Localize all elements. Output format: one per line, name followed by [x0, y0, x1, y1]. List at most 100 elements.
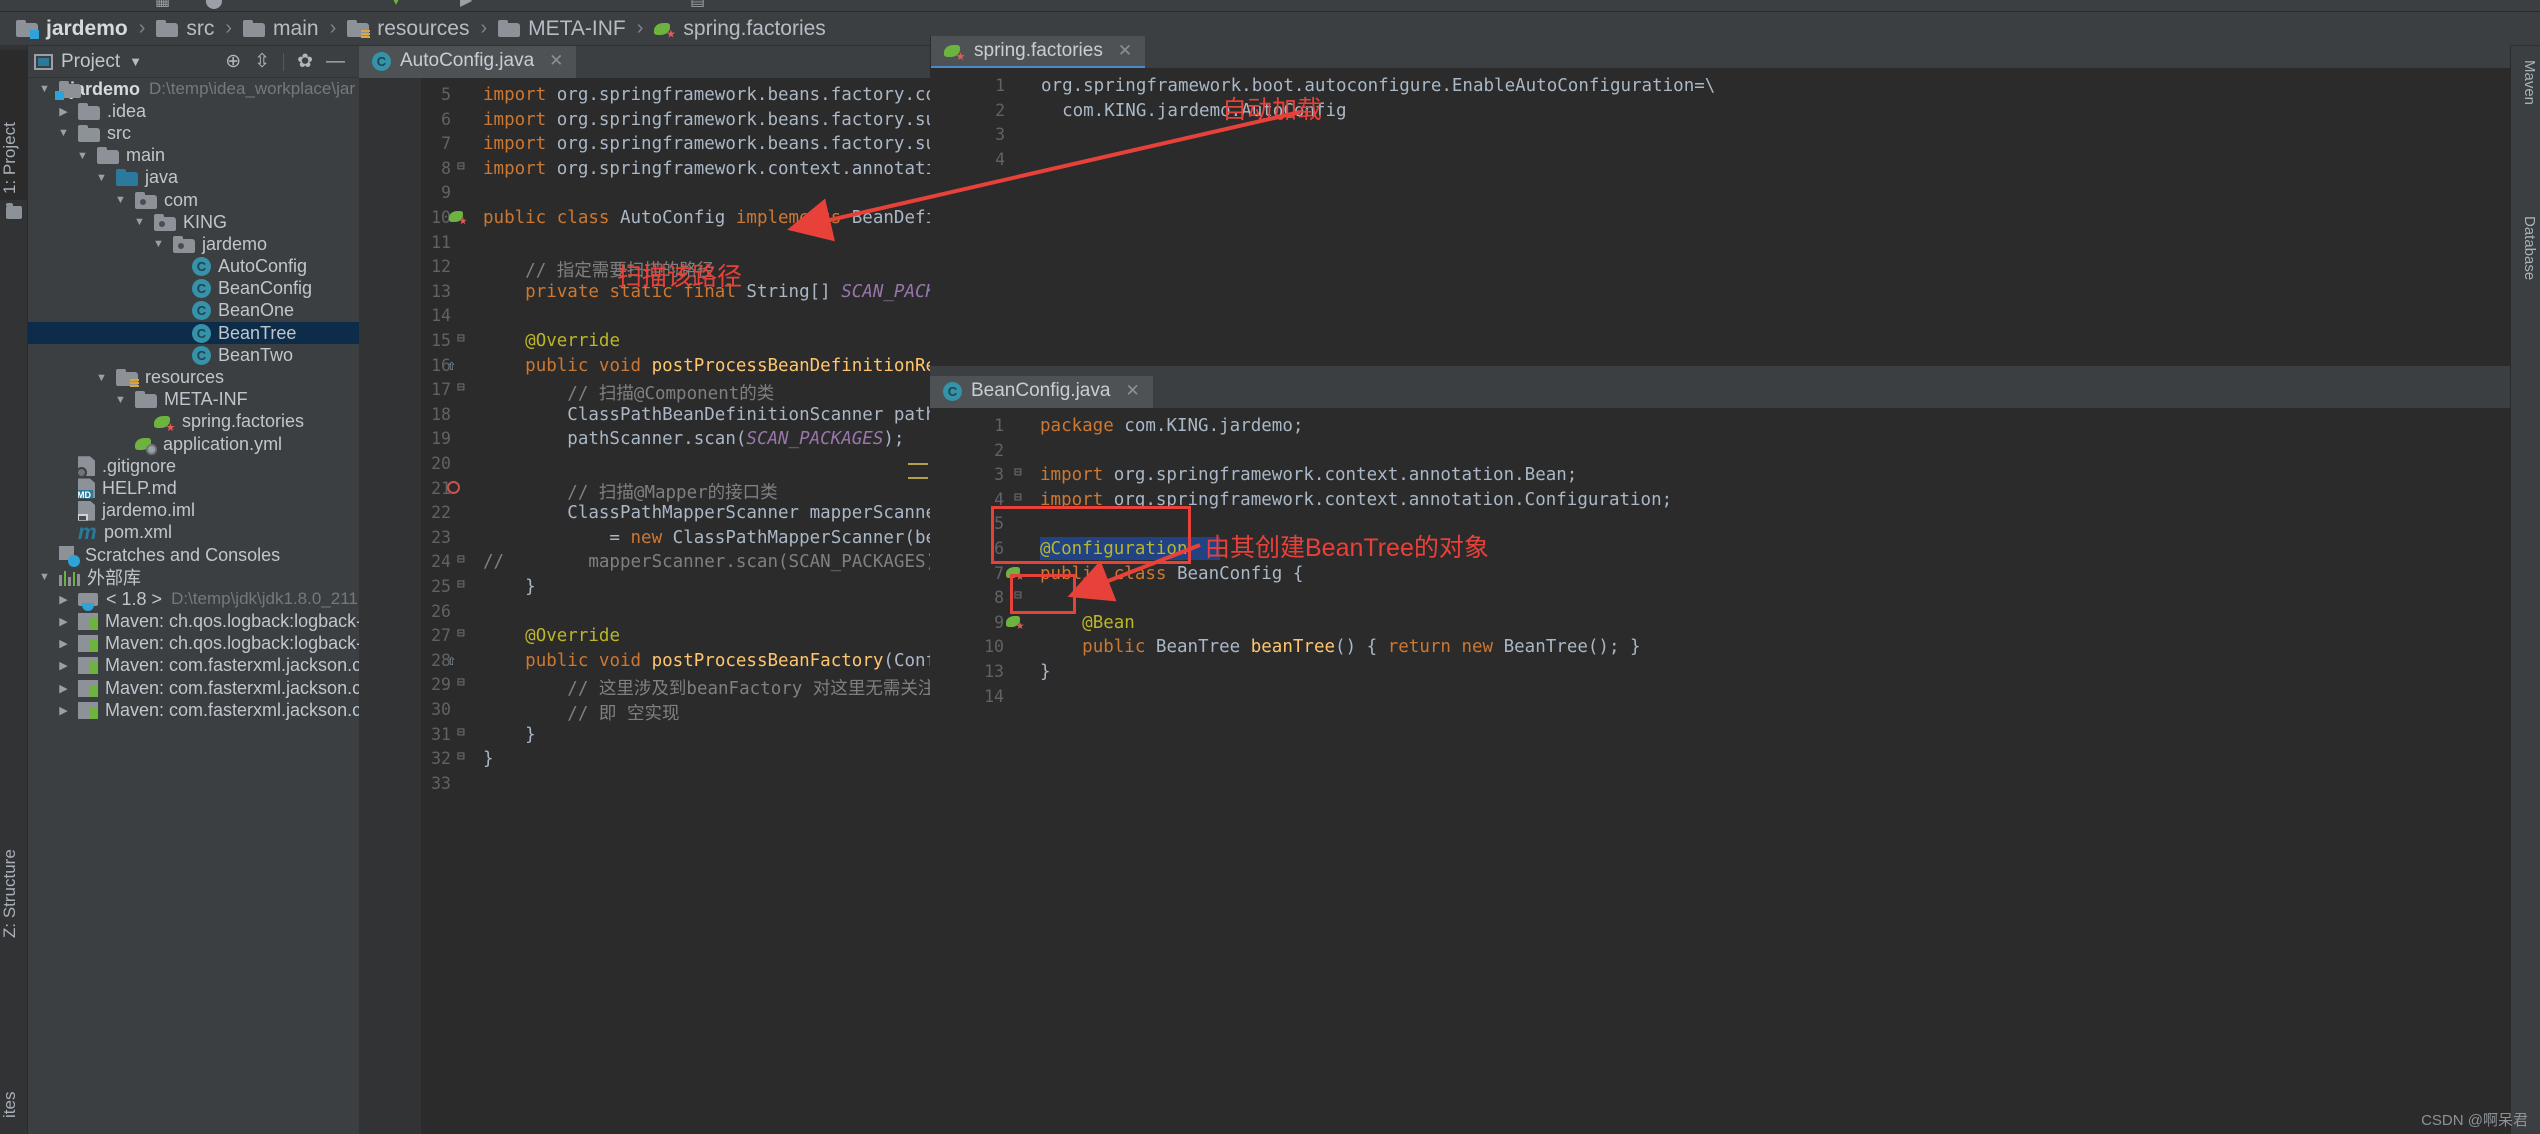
code-line[interactable]: } [483, 725, 536, 745]
tree-item-com[interactable]: ▼ com [28, 189, 359, 211]
code-line[interactable]: import org.springframework.context.annot… [483, 159, 930, 179]
breadcrumb-item-resources[interactable]: resources [347, 17, 469, 41]
tab-autoconfig-java[interactable]: C AutoConfig.java ✕ [359, 46, 577, 78]
tree-item-jardemo[interactable]: ▼ jardemo [28, 233, 359, 255]
code-line[interactable]: public void postProcessBeanFactory(Confi… [483, 651, 930, 671]
implementing-method-gutter-icon[interactable]: ⇧ [447, 356, 456, 374]
breadcrumb-item-spring-factories[interactable]: spring.factories [654, 17, 826, 41]
tree-item-src[interactable]: ▼ src [28, 122, 359, 144]
tree-item-beanconfig[interactable]: C BeanConfig [28, 278, 359, 300]
sidebar-tab-project[interactable]: 1: Project [0, 50, 28, 200]
chevron-down-icon[interactable]: ▼ [112, 394, 129, 406]
tree-item-autoconfig[interactable]: C AutoConfig [28, 256, 359, 278]
tree-item-beantree[interactable]: C BeanTree [28, 322, 359, 345]
spring-bean-gutter-icon[interactable] [449, 209, 467, 225]
code-area-springfactories[interactable]: 1 org.springframework.boot.autoconfigure.… [931, 68, 2510, 366]
code-line[interactable]: public BeanTree beanTree() { return new … [1040, 637, 1640, 657]
breadcrumb-item-main[interactable]: main [243, 17, 319, 41]
tree-item--1-8-[interactable]: ▶ < 1.8 > D:\temp\jdk\jdk1.8.0_211 [28, 588, 359, 611]
tree-item-maven-ch-qos-logback-logback-cla[interactable]: ▶ Maven: ch.qos.logback:logback-cla [28, 611, 359, 633]
tab-spring-factories[interactable]: spring.factories ✕ [931, 36, 1146, 68]
run-button-icon[interactable]: ▶ [460, 0, 472, 10]
tab-beanconfig-java[interactable]: C BeanConfig.java ✕ [930, 376, 1153, 408]
close-icon[interactable]: ✕ [549, 51, 563, 71]
tree-item--gitignore[interactable]: .gitignore [28, 455, 359, 477]
code-line[interactable]: @Bean [1040, 613, 1135, 633]
tree-item-jardemo-iml[interactable]: jardemo.iml [28, 500, 359, 522]
tree-item-main[interactable]: ▼ main [28, 145, 359, 167]
tree-item--idea[interactable]: ▶ .idea [28, 100, 359, 122]
toolbar-icon-a[interactable]: ▦ [155, 0, 170, 10]
code-area-autoconfig[interactable]: 5 import org.springframework.beans.factor… [359, 78, 930, 1134]
code-line[interactable]: public class BeanConfig { [1040, 564, 1303, 584]
tree-item-beantwo[interactable]: C BeanTwo [28, 344, 359, 366]
code-line[interactable]: public void postProcessBeanDefinitionReg… [483, 356, 930, 376]
hide-icon[interactable]: — [326, 52, 345, 71]
tree-item-beanone[interactable]: C BeanOne [28, 300, 359, 322]
tree-item-application-yml[interactable]: application.yml [28, 433, 359, 456]
sidebar-tab-structure[interactable]: Z: Structure [0, 784, 28, 944]
tree-item-maven-com-fasterxml-jackson-core[interactable]: ▶ Maven: com.fasterxml.jackson.core [28, 677, 359, 699]
tree-item-king[interactable]: ▼ KING [28, 211, 359, 233]
code-line[interactable]: pathScanner.scan(SCAN_PACKAGES); [483, 429, 904, 449]
chevron-right-icon[interactable]: ▶ [55, 637, 72, 650]
code-line[interactable]: // mapperScanner.scan(SCAN_PACKAGES); [483, 552, 930, 572]
chevron-down-icon[interactable]: ▼ [36, 571, 53, 583]
chevron-right-icon[interactable]: ▶ [55, 615, 72, 628]
collapse-all-icon[interactable]: ⇳ [254, 52, 270, 71]
code-line[interactable]: = new ClassPathMapperScanner(beanDefinit… [483, 528, 930, 548]
chevron-down-icon[interactable]: ▼ [112, 194, 129, 206]
fold-marker-icon[interactable]: ⊟ [457, 331, 465, 346]
sidebar-tab-maven[interactable]: Maven [2512, 60, 2538, 105]
sidebar-tab-database[interactable]: Database [2512, 216, 2538, 280]
project-tree[interactable]: ▼ jardemo D:\temp\idea_workplace\jar ▶ .idea… [28, 78, 359, 1134]
code-line[interactable]: // 扫描@Mapper的接口类 [483, 479, 777, 504]
code-line[interactable]: import org.springframework.beans.factory… [483, 85, 930, 105]
code-line[interactable]: import org.springframework.beans.factory… [483, 110, 930, 130]
fold-marker-icon[interactable]: ⊟ [457, 626, 465, 641]
tree-item-meta-inf[interactable]: ▼ META-INF [28, 389, 359, 411]
fold-marker-icon[interactable]: ⊟ [457, 159, 465, 174]
chevron-right-icon[interactable]: ▶ [55, 593, 72, 606]
code-line[interactable]: import org.springframework.context.annot… [1040, 465, 1577, 485]
code-line[interactable]: } [483, 749, 494, 769]
chevron-down-icon[interactable]: ▼ [93, 172, 110, 184]
code-line[interactable]: @Override [483, 331, 620, 351]
tree-item-java[interactable]: ▼ java [28, 167, 359, 189]
run-config-caret-icon[interactable]: ▾ [392, 0, 400, 10]
breadcrumb-item-jardemo[interactable]: jardemo [16, 17, 128, 41]
code-line[interactable]: } [483, 577, 536, 597]
tree-item-maven-ch-qos-logback-logback-co[interactable]: ▶ Maven: ch.qos.logback:logback-co [28, 633, 359, 655]
close-icon[interactable]: ✕ [1118, 41, 1132, 61]
code-line[interactable]: } [1040, 662, 1051, 682]
spring-bean-gutter-icon[interactable] [1006, 614, 1024, 630]
chevron-down-icon[interactable]: ▼ [55, 127, 72, 139]
fold-marker-icon[interactable]: ⊟ [1014, 490, 1022, 505]
tree-item-help-md[interactable]: MD HELP.md [28, 477, 359, 499]
code-line[interactable]: @Override [483, 626, 620, 646]
chevron-down-icon[interactable]: ▼ [74, 150, 91, 162]
chevron-down-icon[interactable]: ▼ [129, 54, 142, 69]
code-line[interactable]: // 这里涉及到beanFactory 对这里无需关注 [483, 675, 930, 700]
tree-item-jardemo[interactable]: ▼ jardemo D:\temp\idea_workplace\jar [28, 78, 359, 100]
chevron-right-icon[interactable]: ▶ [55, 704, 72, 717]
tree-item-spring-factories[interactable]: spring.factories [28, 411, 359, 433]
fold-marker-icon[interactable]: ⊟ [457, 552, 465, 567]
tree-item-pom-xml[interactable]: m pom.xml [28, 522, 359, 544]
sidebar-tab-favorites[interactable]: ites [0, 1014, 28, 1124]
code-line[interactable]: public class AutoConfig implements BeanD… [483, 208, 930, 228]
breadcrumb-item-src[interactable]: src [156, 17, 214, 41]
fold-marker-icon[interactable]: ⊟ [457, 725, 465, 740]
tree-item-外部库[interactable]: ▼ 外部库 [28, 566, 359, 588]
tree-item-scratches-and-consoles[interactable]: Scratches and Consoles [28, 544, 359, 568]
close-icon[interactable]: ✕ [1125, 381, 1139, 401]
implementing-method-gutter-icon[interactable]: ⇧ [447, 651, 456, 669]
chevron-down-icon[interactable]: ▼ [131, 216, 148, 228]
tree-item-maven-com-fasterxml-jackson-core[interactable]: ▶ Maven: com.fasterxml.jackson.core [28, 699, 359, 721]
breakpoint-icon[interactable] [447, 480, 460, 494]
code-line[interactable]: ClassPathBeanDefinitionScanner pathScann… [483, 405, 930, 425]
fold-marker-icon[interactable]: ⊟ [457, 675, 465, 690]
chevron-down-icon[interactable]: ▼ [150, 238, 167, 250]
fold-marker-icon[interactable]: ⊟ [457, 380, 465, 395]
code-line[interactable]: package com.KING.jardemo; [1040, 416, 1303, 436]
